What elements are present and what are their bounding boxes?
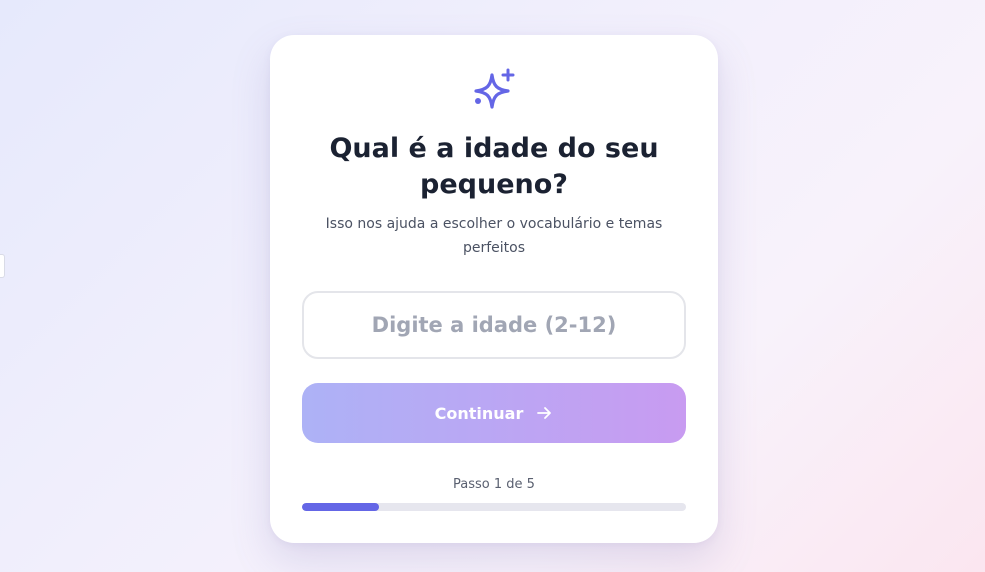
progress-fill	[302, 503, 379, 511]
continue-button[interactable]: Continuar	[302, 383, 686, 443]
age-step-card: Qual é a idade do seu pequeno? Isso nos …	[270, 35, 718, 543]
arrow-right-icon	[537, 407, 552, 419]
progress-bar	[302, 503, 686, 511]
sparkles-icon	[474, 68, 515, 109]
page-subtitle: Isso nos ajuda a escolher o vocabulário …	[325, 216, 663, 256]
step-indicator: Passo 1 de 5	[453, 477, 535, 492]
page-title: Qual é a idade do seu pequeno?	[329, 133, 659, 200]
edge-handle[interactable]	[0, 254, 5, 278]
age-input[interactable]	[302, 291, 686, 359]
continue-button-label: Continuar	[434, 403, 524, 423]
